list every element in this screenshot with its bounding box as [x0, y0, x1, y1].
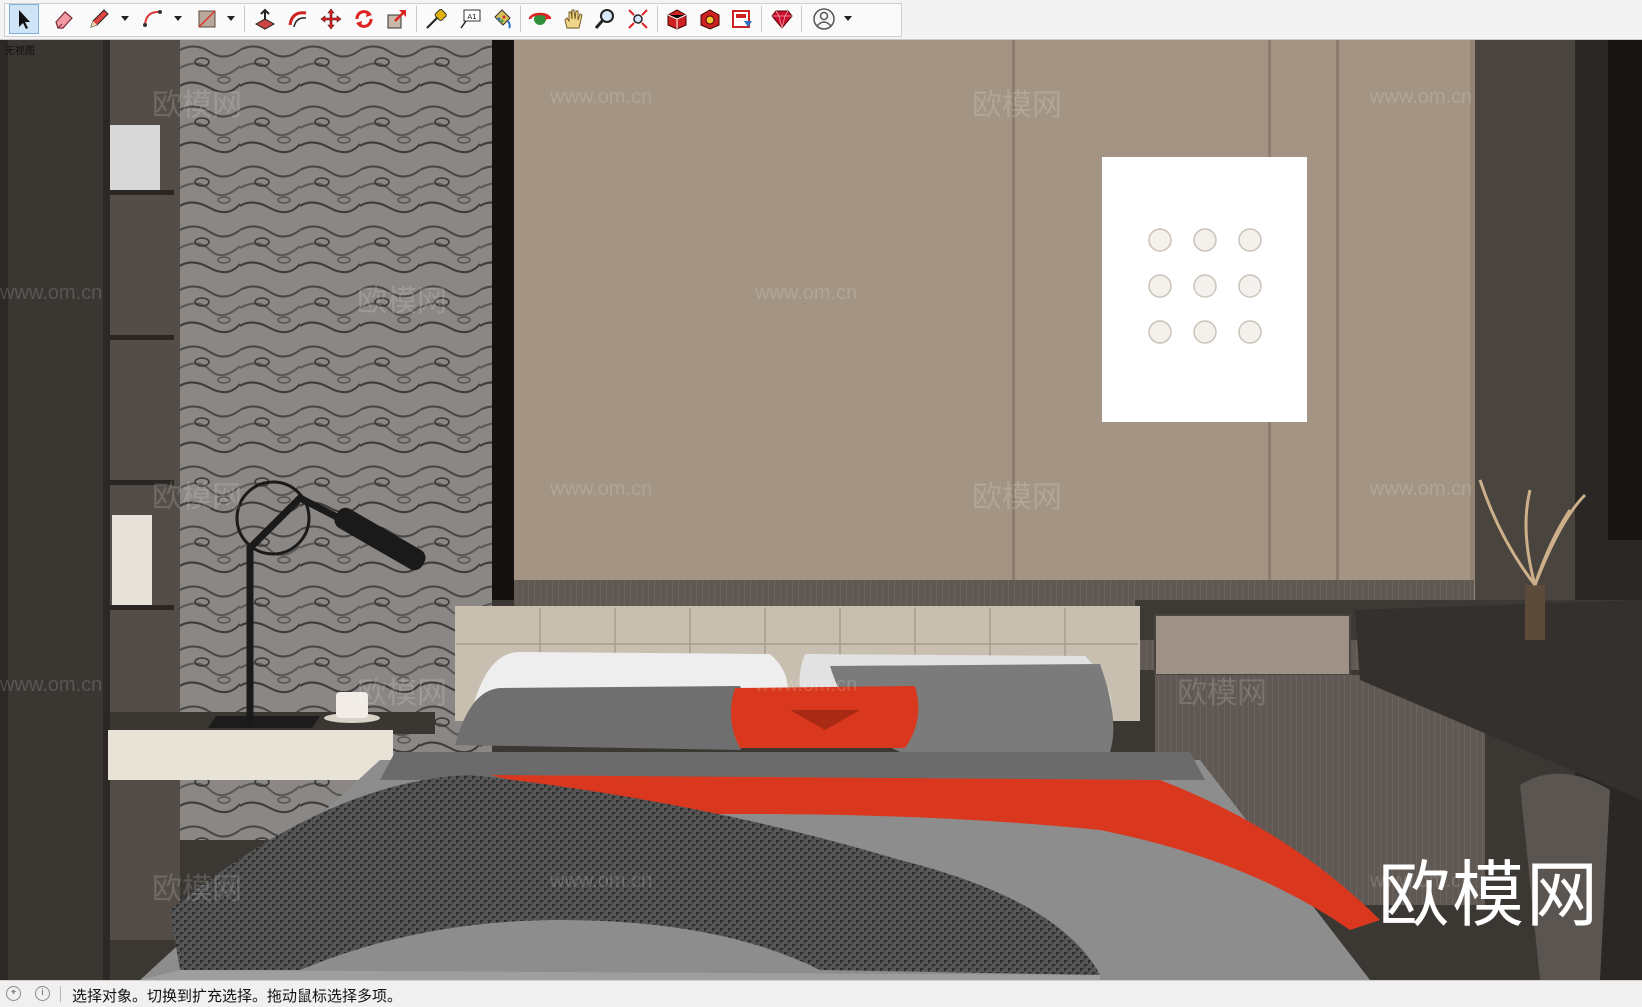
- paint-bucket-tool[interactable]: [487, 4, 517, 34]
- select-tool[interactable]: [9, 4, 39, 34]
- text-tool-glyph: A1: [467, 13, 476, 21]
- eraser-icon: [55, 11, 73, 29]
- vase: [1525, 585, 1545, 640]
- watermark-url: www.om.cn: [550, 870, 653, 892]
- toolbar-separator: [657, 6, 658, 32]
- nightstand: [108, 730, 393, 780]
- push-pull-tool[interactable]: [250, 4, 280, 34]
- offset-tool[interactable]: [283, 4, 313, 34]
- scale-tool[interactable]: [382, 4, 412, 34]
- watermark-url: www.om.cn: [550, 86, 653, 108]
- pillow-grey-left: [455, 686, 750, 750]
- zoom-extents-icon: [628, 9, 648, 29]
- offset-icon: [288, 11, 307, 28]
- watermark-url: www.om.cn: [0, 282, 103, 304]
- arc-tool[interactable]: [139, 4, 169, 34]
- status-text: 选择对象。切换到扩充选择。拖动鼠标选择多项。: [72, 987, 403, 1005]
- watermark-url: www.om.cn: [0, 674, 103, 696]
- arc-tool-dropdown[interactable]: [173, 13, 183, 23]
- status-bar: ⌖ i 选择对象。切换到扩充选择。拖动鼠标选择多项。: [0, 980, 1642, 1007]
- user-icon: [813, 8, 835, 30]
- arrow-cursor-icon: [19, 10, 30, 29]
- arc-icon: [143, 10, 162, 27]
- move-tool[interactable]: [316, 4, 346, 34]
- zoom-tool[interactable]: [590, 4, 620, 34]
- rotate-icon: [355, 10, 373, 28]
- watermark-cn: 欧模网: [357, 677, 447, 710]
- ruby-icon: [771, 10, 793, 29]
- chevron-down-icon: [121, 16, 129, 21]
- watermark-cn: 欧模网: [1177, 677, 1267, 710]
- account-tool-dropdown[interactable]: [843, 13, 853, 23]
- toolbar-separator: [801, 6, 802, 32]
- zoom-extents-tool[interactable]: [623, 4, 653, 34]
- desk-drawer: [1154, 614, 1351, 676]
- tape-measure-tool[interactable]: [421, 4, 451, 34]
- scale-icon: [387, 10, 406, 29]
- rectangle-tool-dropdown[interactable]: [226, 13, 236, 23]
- 3d-warehouse-tool[interactable]: [662, 4, 692, 34]
- line-tool[interactable]: [84, 4, 114, 34]
- pencil-icon: [90, 9, 109, 28]
- back-wall-panel: [490, 40, 1585, 600]
- watermark-cn: 欧模网: [972, 89, 1062, 122]
- text-tool[interactable]: A1: [455, 4, 485, 34]
- info-icon[interactable]: i: [35, 986, 50, 1001]
- shelf-books: [112, 515, 152, 605]
- extension-icon: [700, 9, 720, 30]
- layout-tool[interactable]: [727, 4, 757, 34]
- watermark-url: www.om.cn: [1370, 478, 1473, 500]
- rectangle-icon: [198, 10, 216, 28]
- watermark-cn: 欧模网: [152, 481, 242, 514]
- chevron-down-icon: [227, 16, 235, 21]
- orbit-icon: [528, 12, 552, 25]
- paint-bucket-icon: [494, 9, 511, 29]
- watermark-cn: 欧模网: [152, 873, 242, 906]
- watermark-url: www.om.cn: [1370, 86, 1473, 108]
- watermark-cn: 欧模网: [357, 285, 447, 318]
- layout-icon: [732, 10, 752, 28]
- model-viewport[interactable]: 无视图 www.om.cn www.om.cn www.om.cn www.om…: [0, 40, 1642, 980]
- hand-icon: [564, 9, 583, 29]
- chevron-down-icon: [174, 16, 182, 21]
- tape-measure-icon: [426, 8, 447, 29]
- magnifier-icon: [594, 9, 614, 29]
- watermark-cn: 欧模网: [152, 89, 242, 122]
- watermark-cn: 欧模网: [1177, 285, 1267, 318]
- window-blinds: [1608, 40, 1642, 540]
- watermark-cn: 欧模网: [972, 481, 1062, 514]
- shelf-decor-box: [110, 125, 160, 190]
- pan-tool[interactable]: [558, 4, 588, 34]
- warehouse-icon: [667, 9, 687, 30]
- toolbar-separator: [244, 6, 245, 32]
- text-icon: A1: [460, 9, 481, 29]
- watermark-url: www.om.cn: [755, 674, 858, 696]
- status-separator: [60, 986, 61, 1002]
- chevron-down-icon: [844, 16, 852, 21]
- move-icon: [320, 8, 342, 30]
- toolbar-separator: [416, 6, 417, 32]
- location-icon[interactable]: ⌖: [6, 986, 21, 1001]
- brand-logo: 欧模网: [1378, 853, 1601, 937]
- account-tool[interactable]: [809, 4, 839, 34]
- toolbar-separator: [520, 6, 521, 32]
- orbit-tool[interactable]: [525, 4, 555, 34]
- scene-label: 无视图: [5, 46, 35, 57]
- line-tool-dropdown[interactable]: [120, 13, 130, 23]
- watermark-url: www.om.cn: [755, 282, 858, 304]
- push-pull-icon: [254, 8, 276, 30]
- extension-warehouse-tool[interactable]: [695, 4, 725, 34]
- rotate-tool[interactable]: [349, 4, 379, 34]
- ruby-console-tool[interactable]: [767, 4, 797, 34]
- toolbar-separator: [761, 6, 762, 32]
- watermark-url: www.om.cn: [550, 478, 653, 500]
- rectangle-tool[interactable]: [192, 4, 222, 34]
- eraser-tool[interactable]: [49, 4, 79, 34]
- toolbar: A1: [0, 0, 1642, 40]
